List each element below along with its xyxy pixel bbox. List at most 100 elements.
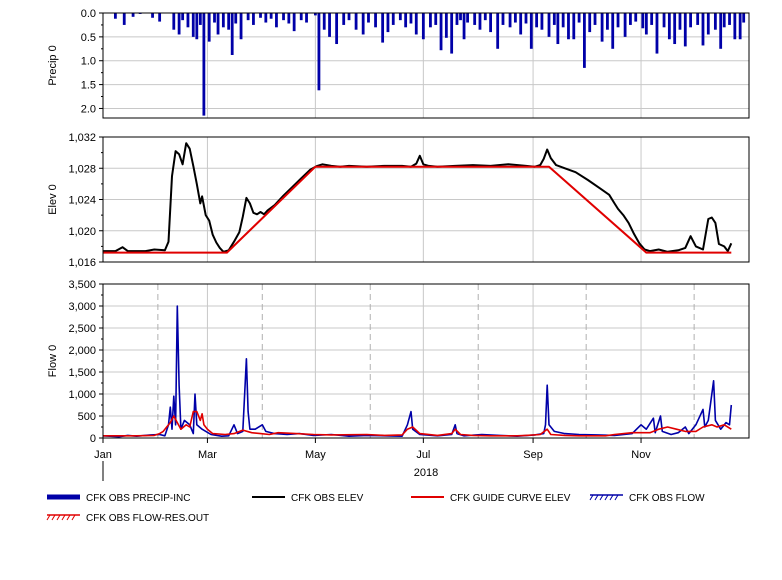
precip-bar [623, 13, 627, 37]
precip-bar [462, 13, 466, 40]
precip-bar [216, 13, 220, 35]
precip-bar [361, 13, 365, 35]
precip-bar [195, 13, 199, 40]
precip-bar [398, 13, 402, 21]
legend-label: CFK OBS ELEV [291, 493, 364, 504]
precip-bar [547, 13, 551, 37]
precip-bar [230, 13, 234, 55]
precip-bar [567, 13, 570, 40]
precip-bar [540, 13, 544, 30]
precip-bar [489, 13, 492, 33]
precip-y-tick-label: 2.0 [81, 103, 96, 115]
x-tick-label: Sep [523, 449, 543, 461]
precip-bar [234, 13, 238, 24]
precip-bar [259, 13, 262, 18]
precip-bar [186, 13, 190, 28]
precip-bar [689, 13, 692, 28]
precip-bar [198, 13, 202, 25]
precip-bar [177, 13, 181, 35]
flow-y-tick-label: 2,000 [68, 345, 96, 357]
legend-item: CFK OBS ELEV [252, 493, 364, 504]
legend-item: CFK GUIDE CURVE ELEV [411, 493, 571, 504]
x-tick-label: Mar [198, 449, 217, 461]
precip-bar [354, 13, 358, 30]
flow-panel: 0 500 1,000 1,500 2,000 2,500 3,000 3,500 Flow 0 [47, 279, 750, 445]
legend-item: CFK OBS FLOW [589, 493, 705, 504]
elev-y-tick-label: 1,020 [68, 226, 96, 238]
precip-bar [742, 13, 746, 23]
elev-y-axis-title: Elev 0 [47, 184, 59, 215]
precip-y-tick-label: 0.5 [81, 32, 96, 44]
precip-bar [391, 13, 395, 25]
legend-label: CFK GUIDE CURVE ELEV [450, 493, 571, 504]
precip-panel: 0.0 0.5 1.0 1.5 2.0 Precip 0 [47, 8, 750, 119]
precip-bar [246, 13, 250, 21]
chart-panels: 0.00.51.01.52.0Precip 01,0161,0201,0241,… [47, 8, 750, 445]
precip-bar [305, 13, 308, 23]
precip-bar [513, 13, 517, 23]
precip-bar [593, 13, 597, 25]
precip-bar [529, 13, 533, 49]
precip-bar [650, 13, 654, 25]
elev-panel: 1,016 1,020 1,024 1,028 1,032 Elev 0 [47, 132, 750, 269]
precip-bar [227, 13, 231, 30]
precip-bar [616, 13, 620, 28]
x-tick-label: May [305, 449, 326, 461]
precip-bar [421, 13, 425, 40]
x-year-label: 2018 [414, 467, 438, 479]
precip-bar [673, 13, 677, 45]
precip-bar [439, 13, 443, 51]
precip-bar [611, 13, 615, 49]
precip-bar [444, 13, 448, 38]
precip-bar [414, 13, 418, 35]
flow-y-tick-label: 1,000 [68, 389, 96, 401]
precip-bar [264, 13, 268, 23]
precip-bar [552, 13, 556, 25]
precip-bar [151, 13, 154, 18]
chart-canvas: 0.00.51.01.52.0Precip 01,0161,0201,0241,… [46, 8, 750, 524]
precip-bar [634, 13, 638, 22]
precip-bar [733, 13, 737, 40]
precip-y-tick-label: 1.5 [81, 80, 96, 92]
precip-bar [655, 13, 659, 54]
legend-label: CFK OBS FLOW [629, 493, 705, 504]
precip-bar [629, 13, 632, 25]
precip-bar [696, 13, 700, 25]
precip-bar [600, 13, 604, 42]
precip-bar [113, 13, 117, 19]
precip-bar [322, 13, 326, 30]
precip-bar [287, 13, 291, 24]
precip-bar [158, 13, 162, 22]
precip-bar [713, 13, 717, 30]
precip-bar [738, 13, 742, 40]
elev-y-tick-label: 1,032 [68, 132, 96, 144]
precip-bar [221, 13, 225, 28]
precip-bar [561, 13, 565, 28]
precip-bar [131, 13, 135, 17]
precip-bar [572, 13, 576, 40]
precip-bar [347, 13, 351, 21]
precip-bar [292, 13, 296, 32]
legend: CFK OBS PRECIP-INC CFK OBS ELEV CFK GUIDE … [46, 493, 705, 524]
precip-bar [429, 13, 432, 28]
precip-bar [202, 13, 206, 116]
legend-item: CFK OBS FLOW-RES.OUT [46, 513, 209, 524]
precip-bar [583, 13, 586, 68]
x-tick-label: Nov [631, 449, 651, 461]
precip-bar [501, 13, 505, 25]
precip-bar [667, 13, 671, 40]
precip-bar [239, 13, 243, 40]
precip-bar [213, 13, 216, 23]
precip-bar [478, 13, 482, 30]
precip-y-tick-label: 0.0 [81, 8, 96, 20]
precip-bar [207, 13, 211, 42]
precip-bar [374, 13, 377, 28]
precip-bar [535, 13, 539, 28]
precip-bar [722, 13, 726, 28]
elev-y-tick-label: 1,016 [68, 257, 96, 269]
precip-bar [282, 13, 285, 21]
flow-y-axis-title: Flow 0 [47, 345, 59, 377]
precip-bar [275, 13, 278, 28]
x-tick-label: Jan [94, 449, 112, 461]
precip-bar [728, 13, 731, 25]
